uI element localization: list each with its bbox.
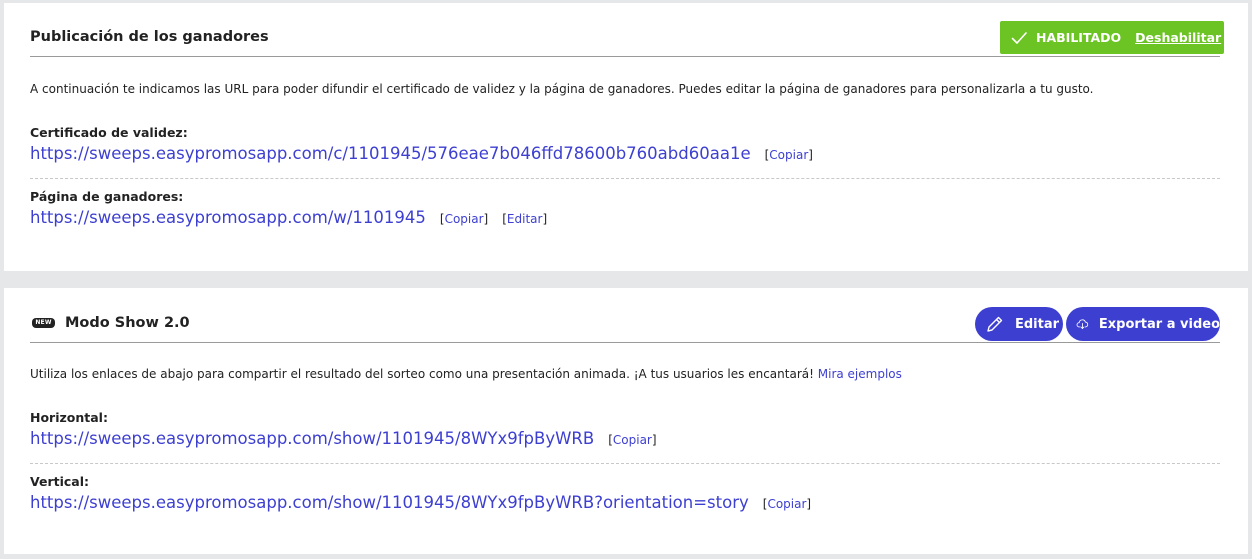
pencil-icon	[987, 316, 1003, 332]
new-badge: NEW	[32, 318, 55, 328]
vertical-block: Vertical: https://sweeps.easypromosapp.c…	[30, 474, 1220, 512]
show-mode-card: NEW Modo Show 2.0 Editar Exportar a vide…	[4, 288, 1248, 554]
copy-action: [Copiar]	[764, 148, 813, 162]
divider	[30, 463, 1220, 464]
winners-page-label: Página de ganadores:	[30, 189, 184, 204]
cloud-upload-icon	[1076, 319, 1089, 329]
certificate-block: Certificado de validez: https://sweeps.e…	[30, 125, 1220, 163]
winners-page-url-link[interactable]: https://sweeps.easypromosapp.com/w/11019…	[30, 208, 426, 227]
certificate-label: Certificado de validez:	[30, 125, 188, 140]
show-description: Utiliza los enlaces de abajo para compar…	[30, 367, 902, 381]
winners-title: Publicación de los ganadores	[30, 29, 269, 45]
winners-description: A continuación te indicamos las URL para…	[30, 82, 1094, 96]
edit-button-label: Editar	[1015, 316, 1060, 332]
edit-button[interactable]: Editar	[975, 307, 1063, 341]
vertical-url-link[interactable]: https://sweeps.easypromosapp.com/show/11…	[30, 493, 749, 512]
copy-horizontal-link[interactable]: Copiar	[613, 433, 652, 447]
copy-action: [Copiar]	[439, 212, 489, 226]
winners-page-block: Página de ganadores: https://sweeps.easy…	[30, 189, 1220, 227]
export-button-label: Exportar a video	[1098, 316, 1220, 332]
show-title: Modo Show 2.0	[65, 315, 190, 331]
show-header: NEW Modo Show 2.0 Editar Exportar a vide…	[30, 303, 1220, 343]
export-video-button[interactable]: Exportar a video	[1066, 307, 1220, 341]
horizontal-url-link[interactable]: https://sweeps.easypromosapp.com/show/11…	[30, 429, 594, 448]
copy-vertical-link[interactable]: Copiar	[767, 497, 806, 511]
enabled-status-badge: HABILITADO Deshabilitar	[1000, 21, 1224, 54]
check-icon	[1011, 31, 1027, 44]
winners-header: Publicación de los ganadores HABILITADO …	[30, 21, 1224, 57]
copy-certificate-link[interactable]: Copiar	[769, 148, 808, 162]
winners-publication-card: Publicación de los ganadores HABILITADO …	[4, 3, 1248, 271]
copy-winners-page-link[interactable]: Copiar	[445, 212, 484, 226]
divider	[30, 178, 1220, 179]
examples-link[interactable]: Mira ejemplos	[818, 367, 902, 381]
certificate-url-link[interactable]: https://sweeps.easypromosapp.com/c/11019…	[30, 144, 751, 163]
disable-link[interactable]: Deshabilitar	[1135, 30, 1221, 45]
edit-winners-page-link[interactable]: Editar	[507, 212, 543, 226]
copy-action: [Copiar]	[762, 497, 812, 511]
edit-action: [Editar]	[502, 212, 548, 226]
show-description-text: Utiliza los enlaces de abajo para compar…	[30, 367, 814, 381]
copy-action: [Copiar]	[608, 433, 657, 447]
vertical-label: Vertical:	[30, 474, 90, 489]
horizontal-label: Horizontal:	[30, 410, 108, 425]
horizontal-block: Horizontal: https://sweeps.easypromosapp…	[30, 410, 1220, 448]
status-text: HABILITADO	[1036, 30, 1122, 45]
